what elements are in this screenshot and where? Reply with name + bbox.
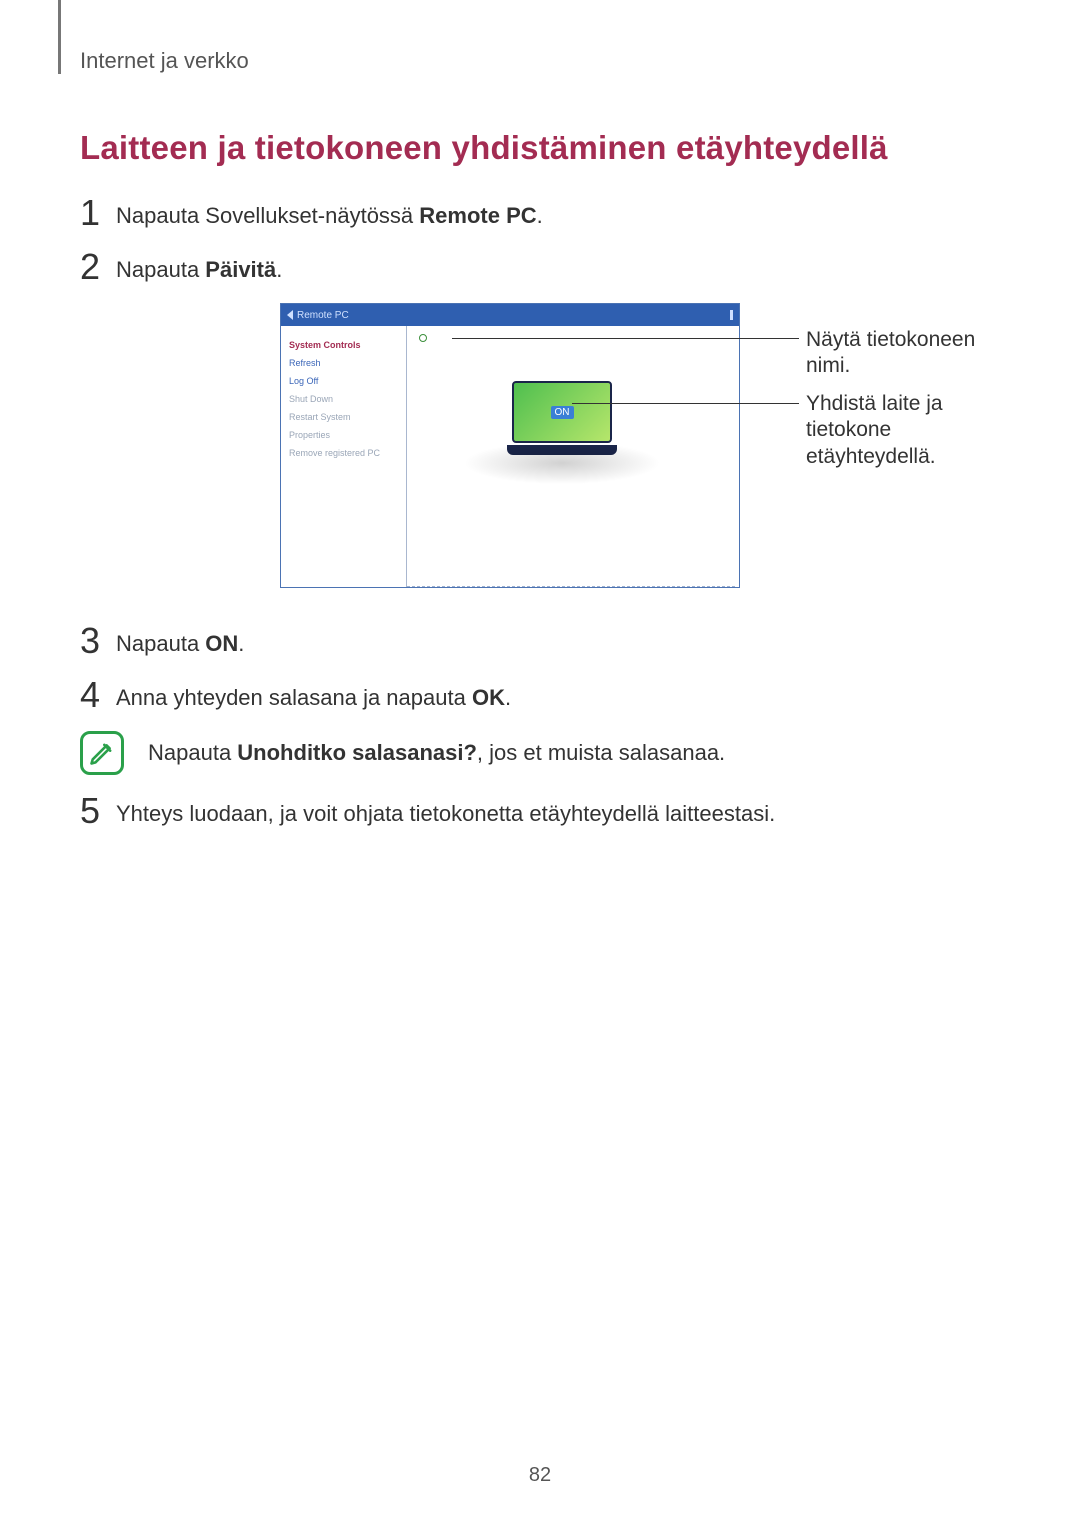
sidebar-item-shut-down[interactable]: Shut Down — [289, 394, 398, 404]
panel-title: Remote PC — [297, 310, 349, 321]
back-icon[interactable] — [287, 310, 293, 320]
panel-body: System Controls Refresh Log Off Shut Dow… — [281, 326, 739, 587]
step-1: 1 Napauta Sovellukset-näytössä Remote PC… — [80, 195, 1000, 231]
step-number: 5 — [80, 793, 116, 829]
steps-list-end: 5 Yhteys luodaan, ja voit ohjata tietoko… — [80, 793, 1000, 829]
page: Internet ja verkko Laitteen ja tietokone… — [0, 0, 1080, 1527]
text: Anna yhteyden salasana ja napauta — [116, 685, 472, 710]
status-dot-icon — [419, 334, 427, 342]
step-4: 4 Anna yhteyden salasana ja napauta OK. — [80, 677, 1000, 713]
callout-pc-name: Näytä tietokoneen nimi. — [806, 327, 1006, 380]
callout-connect: Yhdistä laite ja tietokone etäyhteydellä… — [806, 391, 1006, 470]
sidebar-item-log-off[interactable]: Log Off — [289, 376, 398, 386]
leader-line — [572, 403, 739, 404]
bold: Unohditko salasanasi? — [237, 740, 477, 765]
text: Napauta Sovellukset-näytössä — [116, 203, 419, 228]
note-block: Napauta Unohditko salasanasi?, jos et mu… — [80, 731, 1000, 775]
steps-list-cont: 3 Napauta ON. 4 Anna yhteyden salasana j… — [80, 623, 1000, 713]
text: . — [238, 631, 244, 656]
sidebar-item-system-controls[interactable]: System Controls — [289, 340, 398, 350]
step-5: 5 Yhteys luodaan, ja voit ohjata tietoko… — [80, 793, 1000, 829]
step-3: 3 Napauta ON. — [80, 623, 1000, 659]
laptop-screen: ON — [512, 381, 612, 443]
leader-line — [452, 338, 739, 339]
sidebar-item-remove-pc[interactable]: Remove registered PC — [289, 448, 398, 458]
sidebar-item-restart[interactable]: Restart System — [289, 412, 398, 422]
step-body: Yhteys luodaan, ja voit ohjata tietokone… — [116, 793, 775, 827]
text: . — [276, 257, 282, 282]
leader-line — [739, 338, 799, 339]
screenshot-figure: Remote PC System Controls Refresh Log Of… — [280, 303, 940, 603]
step-body: Napauta ON. — [116, 623, 244, 657]
step-2: 2 Napauta Päivitä. — [80, 249, 1000, 285]
note-text: Napauta Unohditko salasanasi?, jos et mu… — [148, 740, 725, 766]
step-number: 1 — [80, 195, 116, 231]
sidebar-item-properties[interactable]: Properties — [289, 430, 398, 440]
text: Napauta — [116, 631, 205, 656]
step-number: 3 — [80, 623, 116, 659]
panel-sidebar: System Controls Refresh Log Off Shut Dow… — [281, 326, 407, 587]
step-body: Anna yhteyden salasana ja napauta OK. — [116, 677, 511, 711]
menu-icon[interactable] — [730, 310, 733, 320]
page-number: 82 — [0, 1464, 1080, 1487]
bold: ON — [205, 631, 238, 656]
divider-dashed — [407, 586, 735, 587]
text: , jos et muista salasanaa. — [477, 740, 725, 765]
on-toggle[interactable]: ON — [551, 406, 574, 419]
step-number: 4 — [80, 677, 116, 713]
note-icon — [80, 731, 124, 775]
pc-name-row — [419, 334, 431, 342]
pencil-icon — [88, 739, 116, 767]
header-rule — [58, 0, 61, 74]
step-body: Napauta Päivitä. — [116, 249, 282, 283]
sidebar-item-refresh[interactable]: Refresh — [289, 358, 398, 368]
panel-content: ON — [407, 326, 739, 587]
panel-titlebar: Remote PC — [281, 304, 739, 326]
step-number: 2 — [80, 249, 116, 285]
steps-list: 1 Napauta Sovellukset-näytössä Remote PC… — [80, 195, 1000, 285]
step-body: Napauta Sovellukset-näytössä Remote PC. — [116, 195, 543, 229]
leader-line — [739, 403, 799, 404]
text: Napauta — [116, 257, 205, 282]
bold: Päivitä — [205, 257, 276, 282]
laptop-shadow — [447, 438, 677, 488]
text: . — [505, 685, 511, 710]
breadcrumb: Internet ja verkko — [80, 48, 1000, 74]
text: Napauta — [148, 740, 237, 765]
text: . — [537, 203, 543, 228]
bold: Remote PC — [419, 203, 536, 228]
bold: OK — [472, 685, 505, 710]
remote-pc-panel: Remote PC System Controls Refresh Log Of… — [280, 303, 740, 588]
section-heading: Laitteen ja tietokoneen yhdistäminen etä… — [80, 129, 1000, 167]
